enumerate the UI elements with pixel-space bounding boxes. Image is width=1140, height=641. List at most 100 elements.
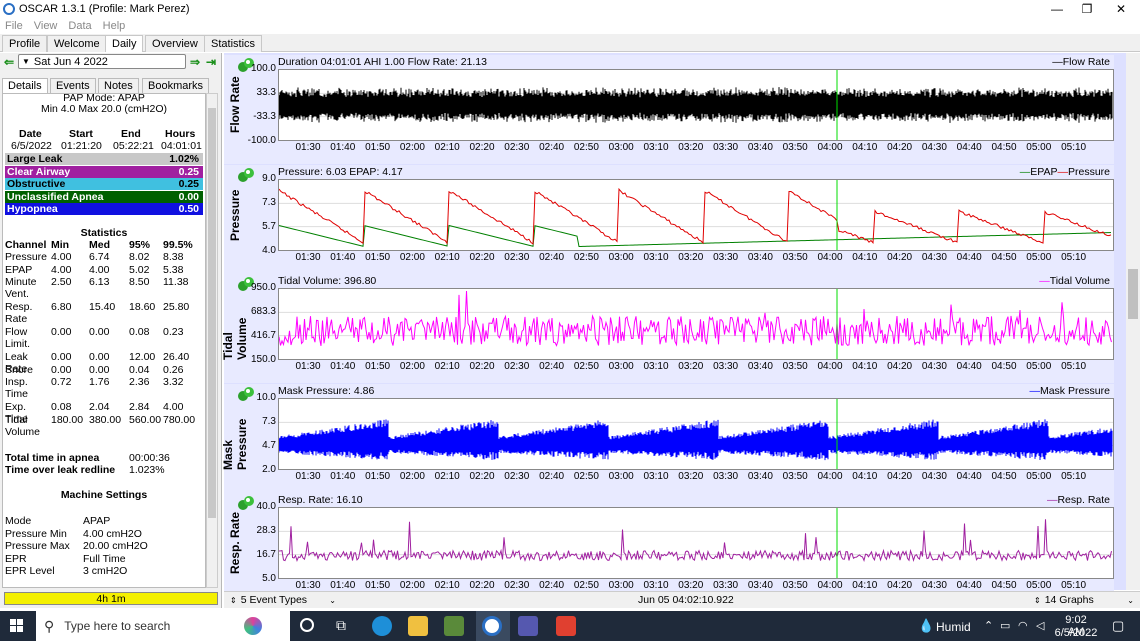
graph-tidal[interactable]: Tidal Volume 950.0 683.3 416.7 150.0 Tidal Vo… [221,274,1115,383]
stats-value: 6.80 [51,301,72,313]
prev-day-icon[interactable]: ⇐ [4,55,14,69]
x-tick-label: 02:40 [539,251,565,263]
event-row: Unclassified Apnea 0.00 [5,190,203,203]
hours-bar: 4h 1m [4,592,218,605]
menu-view[interactable]: View [34,20,58,32]
edge-icon[interactable] [372,616,392,636]
menu-data[interactable]: Data [68,20,91,32]
graphs-dropdown[interactable]: ⇕ 14 Graphs ⌄ [1030,593,1136,607]
file-explorer-icon[interactable] [408,616,428,636]
x-tick-label: 04:40 [956,580,982,591]
plot-svg [278,70,1115,140]
x-tick-label: 05:00 [1026,580,1052,591]
chevron-up-icon[interactable]: ⌃ [984,619,993,632]
subtab-events[interactable]: Events [50,78,96,93]
slides-icon[interactable] [556,616,576,636]
x-tick-label: 02:00 [399,580,425,591]
x-tick-label: 03:00 [608,580,634,591]
search-icon: ⚲ [44,617,55,634]
graph-scrollbar[interactable] [1126,53,1140,590]
event-types-dropdown[interactable]: ⇕ 5 Event Types ⌄ [226,593,338,607]
maximize-button[interactable]: ❐ [1070,0,1104,17]
clock-date[interactable]: 6/5/2022 [1054,627,1098,639]
weather-text[interactable]: Humid [936,620,971,634]
oscar-app-icon[interactable] [482,616,502,636]
x-tick-label: 04:20 [887,361,913,372]
x-tick-label: 04:00 [817,251,843,263]
date-picker[interactable]: ▼ Sat Jun 4 2022 [18,54,186,69]
x-tick-label: 02:00 [399,470,425,482]
menu-file[interactable]: File [5,20,23,32]
stats-value: 1.76 [89,376,110,388]
stats-value: 2.36 [129,376,150,388]
subtab-notes[interactable]: Notes [98,78,139,93]
pressure-range: Min 4.0 Max 20.0 (cmH2O) [40,103,168,115]
minecraft-icon[interactable] [444,616,464,636]
cortana-icon[interactable] [300,618,314,632]
windows-start-icon[interactable] [10,619,24,633]
graph-title: Resp. Rate: 16.10 [278,494,363,506]
stats-value: 8.38 [163,251,184,263]
volume-icon[interactable]: ◁ [1036,619,1044,632]
x-tick-label: 04:40 [956,251,982,263]
notification-icon[interactable]: ▢ [1112,618,1124,634]
event-name: Clear Airway [7,165,71,178]
x-tick-label: 03:30 [713,142,739,153]
stats-value: 2.50 [51,276,72,288]
taskbar-search[interactable]: ⚲ Type here to search [36,611,290,641]
close-button[interactable]: ✕ [1104,0,1138,17]
x-tick-label: 02:10 [434,251,460,263]
tab-profile[interactable]: Profile [2,35,48,52]
graph-legend: —Mask Pressure [1029,384,1110,397]
tab-welcome[interactable]: Welcome [47,35,107,52]
menu-help[interactable]: Help [103,20,126,32]
graph-mask[interactable]: Mask Pressure 10.0 7.3 4.7 2.0 Mask Pressure:… [221,383,1115,493]
stats-value: 4.00 [163,401,184,413]
plot-area[interactable] [278,288,1115,360]
y-axis-title: Mask Pressure [221,418,249,470]
details-scrollbar[interactable] [206,93,218,588]
x-tick-label: 01:50 [365,251,391,263]
x-tick-label: 02:30 [504,580,530,591]
subtab-details[interactable]: Details [2,78,48,93]
event-name: Obstructive [7,178,66,190]
plot-area[interactable] [278,397,1115,470]
y-tick-label: 416.7 [250,330,276,341]
x-tick-label: 05:00 [1026,361,1052,372]
x-tick-label: 04:40 [956,470,982,482]
y-tick-label: 4.7 [262,439,276,451]
plot-area[interactable] [278,507,1115,579]
task-view-icon[interactable]: ⧉ [336,617,346,634]
stats-value: 560.00 [129,413,162,426]
chevron-down-icon: ⌄ [329,595,336,605]
teams-icon[interactable] [518,616,538,636]
next-day-icon[interactable]: ⇒ [190,55,200,69]
subtab-bookmarks[interactable]: Bookmarks [142,78,210,93]
x-tick-label: 02:00 [399,142,425,153]
graph-resp[interactable]: Resp. Rate 40.0 28.3 16.7 5.0 Resp. Rate: 16.… [224,493,1115,602]
stats-value: 380.00 [89,413,122,426]
y-tick-label: 40.0 [256,501,276,512]
tab-statistics[interactable]: Statistics [204,35,263,52]
x-axis-ticks: 01:30 01:40 01:50 02:00 02:10 02:20 02:30 02:40… [278,580,1114,591]
event-name: Hypopnea [7,203,58,215]
plot-area[interactable] [278,178,1115,251]
wifi-icon[interactable]: ◠ [1018,619,1028,632]
stats-value: 3.32 [163,376,184,388]
tab-overview[interactable]: Overview [145,35,205,52]
battery-icon[interactable]: ▭ [1000,619,1010,632]
x-tick-label: 01:30 [295,251,321,263]
event-row: Large Leak 1.02% [5,153,203,165]
last-day-icon[interactable]: ⇥ [206,55,216,69]
graph-flow[interactable]: Flow Rate 100.0 33.3 -33.3 -100.0 Duration 04… [224,55,1115,164]
stats-value: 15.40 [89,301,116,313]
minimize-button[interactable]: — [1040,0,1074,17]
x-tick-label: 03:20 [678,142,704,153]
stats-value: 0.72 [51,376,72,388]
weather-icon[interactable]: 💧 [918,618,934,634]
graph-pressure[interactable]: Pressure 9.0 7.3 5.7 4.0 Pressure: 6.03 EPAP:… [224,164,1115,274]
plot-area[interactable] [278,69,1115,141]
x-tick-label: 01:50 [365,361,391,372]
x-tick-label: 03:20 [678,470,704,482]
tab-daily[interactable]: Daily [105,35,144,52]
